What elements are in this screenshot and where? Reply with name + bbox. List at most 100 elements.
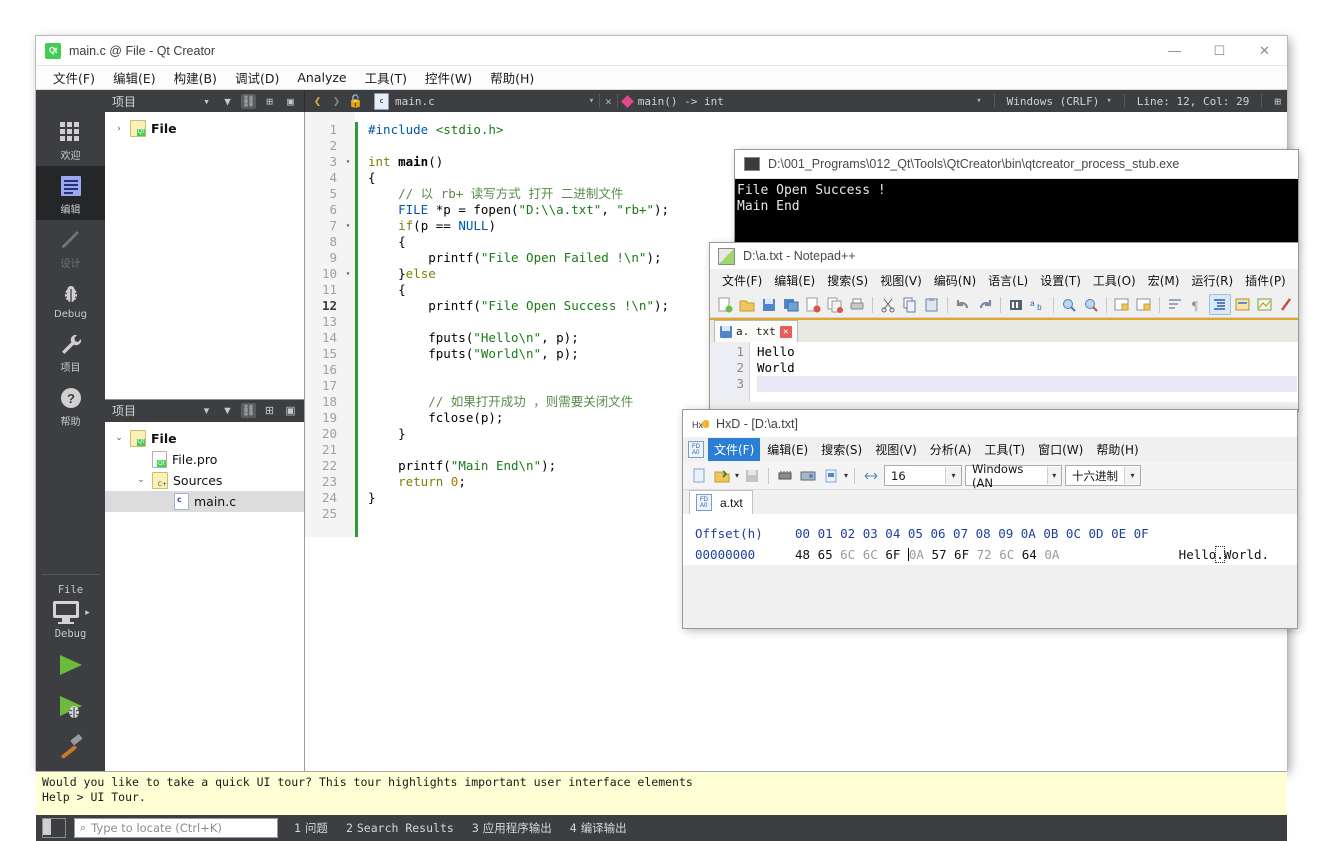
tree-item[interactable]: ⌄ File xyxy=(105,428,304,449)
hxd-tab[interactable]: FD A0 a.txt xyxy=(689,490,753,514)
hex-byte[interactable]: 64 xyxy=(1022,547,1045,562)
fold-marker-icon[interactable]: ▾ xyxy=(341,218,355,234)
output-tab-1[interactable]: 1 问题 xyxy=(294,820,328,836)
hxd-open-icon[interactable] xyxy=(712,466,732,485)
line-ending-dropdown-icon[interactable]: ▾ xyxy=(1106,96,1111,106)
close-document-icon[interactable]: ✕ xyxy=(605,95,612,108)
user-defined-dialog-icon[interactable] xyxy=(1233,295,1253,314)
function-list-icon[interactable] xyxy=(1277,295,1297,314)
chevron-down-icon[interactable]: ▾ xyxy=(1124,467,1141,484)
cut-icon[interactable] xyxy=(878,295,898,314)
ascii-selected-char[interactable]: . xyxy=(1215,546,1225,563)
close-all-icon[interactable] xyxy=(825,295,845,314)
tree-item[interactable]: File.pro xyxy=(105,449,304,470)
menu-item-5[interactable]: 工具(T) xyxy=(356,66,416,89)
output-tab-2[interactable]: 2 Search Results xyxy=(346,821,454,835)
row-ascii[interactable]: Hello.World. xyxy=(1179,544,1297,565)
hxd-new-icon[interactable] xyxy=(689,466,709,485)
panel-close-icon[interactable]: ▣ xyxy=(283,403,298,418)
hxd-save-icon[interactable] xyxy=(742,466,762,485)
debug-run-button[interactable] xyxy=(54,693,88,724)
tree-item[interactable]: › File xyxy=(105,118,304,139)
mode-Debug[interactable]: Debug xyxy=(36,274,105,324)
go-forward-icon[interactable]: ❯ xyxy=(328,93,345,110)
new-file-icon[interactable] xyxy=(715,295,735,314)
menu-item-1[interactable]: 编辑(E) xyxy=(104,66,165,89)
hex-byte[interactable]: 6F xyxy=(885,547,908,562)
npp-menu-item-5[interactable]: 语言(L) xyxy=(982,270,1034,291)
open-disk-image-icon[interactable] xyxy=(821,466,841,485)
npp-menu-item-0[interactable]: 文件(F) xyxy=(716,270,768,291)
chevron-down-icon[interactable]: ▾ xyxy=(199,94,214,109)
hex-byte[interactable]: 6F xyxy=(954,547,977,562)
hxd-menu-item-5[interactable]: 工具(T) xyxy=(978,438,1031,461)
fold-marker-icon[interactable]: ▾ xyxy=(341,154,355,170)
panel-close-icon[interactable]: ▣ xyxy=(283,94,298,109)
hxd-menu-item-7[interactable]: 帮助(H) xyxy=(1090,438,1144,461)
expand-arrow-icon[interactable]: ⌄ xyxy=(113,433,125,443)
output-tab-4[interactable]: 4 编译输出 xyxy=(570,820,627,836)
hex-byte[interactable]: 6C xyxy=(840,547,863,562)
output-tab-3[interactable]: 3 应用程序输出 xyxy=(472,820,552,836)
hxd-menu-item-2[interactable]: 搜索(S) xyxy=(815,438,868,461)
menu-item-4[interactable]: Analyze xyxy=(288,68,355,87)
line-ending-selector[interactable]: Windows (CRLF) xyxy=(1007,95,1100,108)
hxd-menu-item-3[interactable]: 视图(V) xyxy=(869,438,923,461)
copy-icon[interactable] xyxy=(900,295,920,314)
npp-menu-item-4[interactable]: 编码(N) xyxy=(928,270,982,291)
locator-input[interactable]: ⌕ Type to locate (Ctrl+K) xyxy=(74,818,278,838)
code-text[interactable]: #include <stdio.h> int main(){ // 以 rb+ … xyxy=(358,112,669,537)
word-wrap-icon[interactable] xyxy=(1165,295,1185,314)
encoding-select[interactable]: Windows (AN ▾ xyxy=(965,462,1063,490)
undo-icon[interactable] xyxy=(953,295,973,314)
hex-byte[interactable]: 6C xyxy=(863,547,886,562)
mode-编辑[interactable]: 编辑 xyxy=(36,166,105,220)
menu-item-3[interactable]: 调试(D) xyxy=(226,66,288,89)
hex-byte[interactable]: 48 xyxy=(795,547,818,562)
sync-horizontal-icon[interactable] xyxy=(1134,295,1154,314)
hex-byte[interactable]: 0A xyxy=(1044,547,1059,562)
fold-marker-icon[interactable]: ▾ xyxy=(341,266,355,282)
expand-arrow-icon[interactable]: › xyxy=(113,124,125,134)
sync-vertical-icon[interactable] xyxy=(1112,295,1132,314)
zoom-in-icon[interactable] xyxy=(1059,295,1079,314)
show-pilcrow-icon[interactable]: ¶ xyxy=(1187,295,1207,314)
run-button[interactable] xyxy=(54,652,88,683)
hxd-menu-item-0[interactable]: 文件(F) xyxy=(708,438,761,461)
notepadpp-text[interactable]: Hello World xyxy=(750,342,1297,402)
menu-item-7[interactable]: 帮助(H) xyxy=(481,66,543,89)
toggle-sidebar-icon[interactable] xyxy=(42,818,66,838)
link-icon[interactable]: ⛓ xyxy=(241,403,256,418)
npp-menu-item-1[interactable]: 编辑(E) xyxy=(768,270,821,291)
split-add-icon[interactable]: ⊞ xyxy=(262,403,277,418)
paste-icon[interactable] xyxy=(922,295,942,314)
bytes-per-row-select[interactable]: 16 ▾ xyxy=(884,465,963,486)
chevron-down-icon[interactable]: ▾ xyxy=(1046,467,1062,484)
link-icon[interactable]: ⛓ xyxy=(241,93,256,109)
hxd-hex-view[interactable]: Offset(h) 00 01 02 03 04 05 06 07 08 09 … xyxy=(683,514,1297,565)
chevron-down-icon[interactable]: ▾ xyxy=(945,467,962,484)
hxd-open-disk-dropdown-icon[interactable]: ▾ xyxy=(844,471,848,480)
notepadpp-tab[interactable]: a. txt ✕ xyxy=(714,320,798,342)
find-icon[interactable] xyxy=(1006,295,1026,314)
unlock-icon[interactable]: 🔓 xyxy=(347,93,364,110)
open-disk-icon[interactable] xyxy=(798,466,818,485)
build-button[interactable] xyxy=(54,734,88,765)
minimize-icon[interactable]: — xyxy=(1152,36,1197,65)
open-document-selector[interactable]: c main.c xyxy=(368,92,441,110)
npp-menu-item-3[interactable]: 视图(V) xyxy=(874,270,928,291)
npp-menu-item-6[interactable]: 设置(T) xyxy=(1034,270,1087,291)
hex-byte[interactable]: 57 xyxy=(931,547,954,562)
symbol-dropdown-icon[interactable]: ▾ xyxy=(976,96,981,106)
npp-menu-item-2[interactable]: 搜索(S) xyxy=(821,270,874,291)
mode-帮助[interactable]: ? 帮助 xyxy=(36,378,105,432)
hex-byte[interactable]: 72 xyxy=(977,547,1000,562)
chevron-down-icon[interactable]: ▾ xyxy=(199,403,214,418)
document-dropdown-icon[interactable]: ▾ xyxy=(589,96,594,106)
fold-column[interactable]: ▾ ▾ ▾ xyxy=(341,112,355,537)
split-editor-icon[interactable]: ⊞ xyxy=(1274,95,1281,108)
radix-select[interactable]: 十六进制 ▾ xyxy=(1065,465,1142,486)
npp-menu-item-10[interactable]: 插件(P) xyxy=(1239,270,1292,291)
maximize-icon[interactable]: ☐ xyxy=(1197,36,1242,65)
split-add-icon[interactable]: ⊞ xyxy=(262,94,277,109)
